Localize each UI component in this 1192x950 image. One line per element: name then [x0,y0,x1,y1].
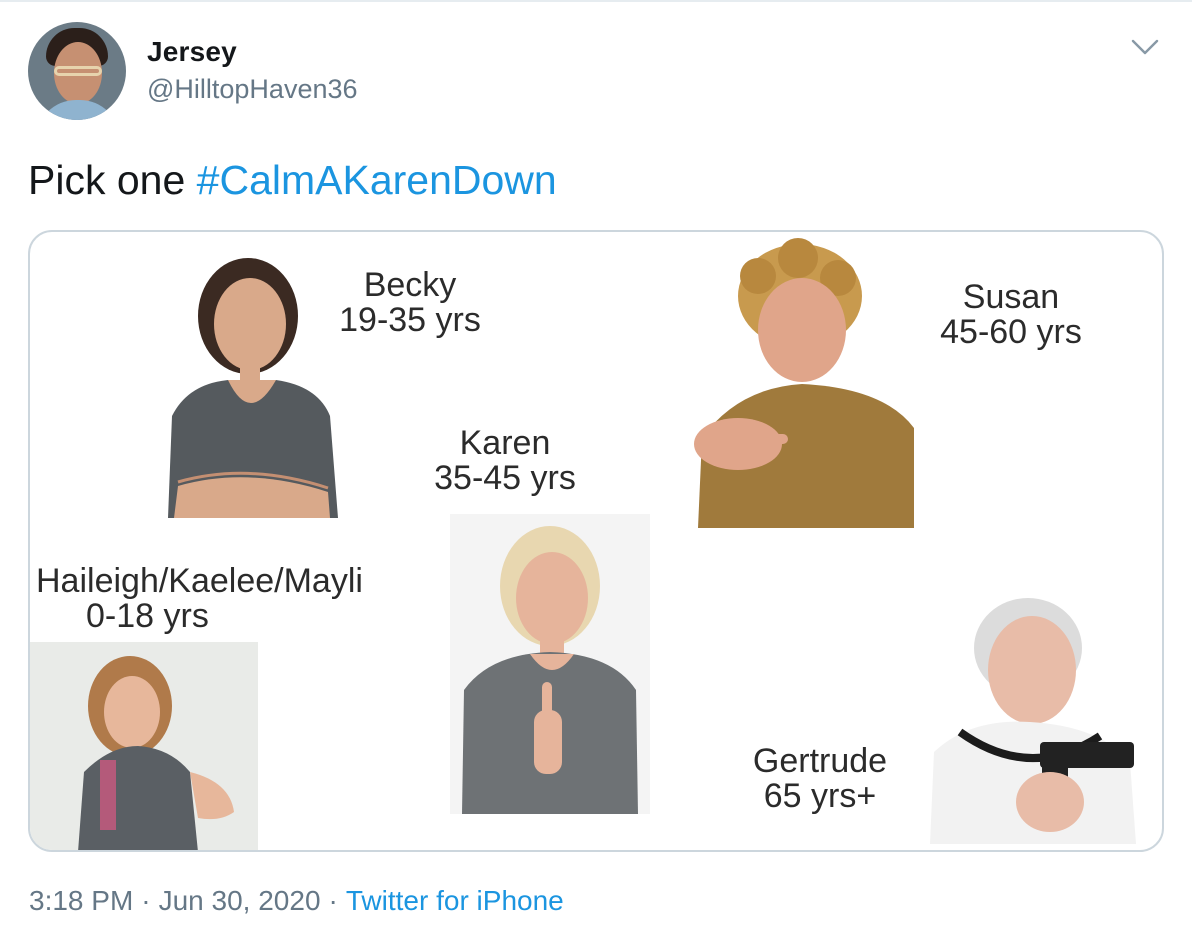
separator-dot: · [328,885,338,916]
author-display-name[interactable]: Jersey [147,36,237,68]
label-becky-name: Becky [363,266,457,304]
label-susan-age: 45-60 yrs [940,313,1082,351]
label-susan-name: Susan [962,278,1060,316]
tweet-media-image[interactable]: Becky 19-35 yrs Susan 45-60 yrs Karen 35… [28,230,1164,852]
photo-susan [678,238,918,528]
tweet-text-prefix: Pick one [28,157,197,203]
photo-gertrude [930,592,1150,844]
tweet-timestamp: 3:18 PM · Jun 30, 2020 · Twitter for iPhone [29,885,564,917]
label-haileigh: Haileigh/Kaelee/Mayli 0-18 yrs [36,564,396,634]
separator-dot: · [141,885,151,916]
label-gertrude: Gertrude 65 yrs+ [730,744,910,814]
label-karen-age: 35-45 yrs [434,459,576,497]
label-becky-age: 19-35 yrs [339,301,481,339]
photo-karen [450,514,650,814]
label-karen-name: Karen [459,424,551,462]
hashtag-link[interactable]: #CalmAKarenDown [197,157,557,203]
label-haileigh-name: Haileigh/Kaelee/Mayli [36,562,363,600]
tweet-text: Pick one #CalmAKarenDown [28,157,557,204]
photo-haileigh [30,642,258,850]
avatar[interactable] [28,22,126,120]
label-haileigh-age: 0-18 yrs [86,597,209,635]
photo-becky [158,256,358,518]
tweet-source-link[interactable]: Twitter for iPhone [346,885,564,916]
tweet-date[interactable]: Jun 30, 2020 [159,885,321,916]
label-karen: Karen 35-45 yrs [420,426,590,496]
author-handle[interactable]: @HilltopHaven36 [147,74,358,105]
label-becky: Becky 19-35 yrs [330,268,490,338]
tweet-time[interactable]: 3:18 PM [29,885,133,916]
label-gertrude-name: Gertrude [752,742,888,780]
chevron-down-icon[interactable] [1130,36,1160,58]
top-divider [0,0,1192,2]
label-gertrude-age: 65 yrs+ [763,777,877,815]
label-susan: Susan 45-60 yrs [926,280,1096,350]
